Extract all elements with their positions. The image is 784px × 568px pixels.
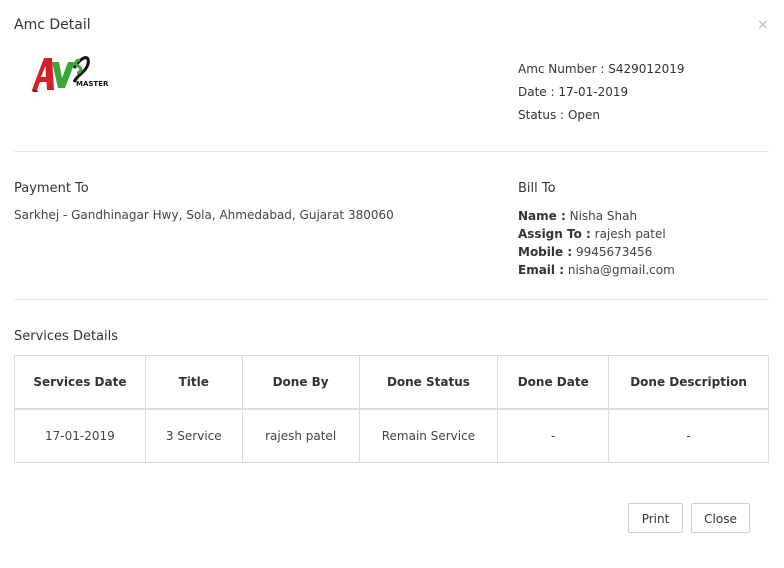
assign-value: rajesh patel (594, 227, 666, 241)
logo-text: MASTER (76, 80, 109, 88)
status-value: Open (567, 108, 600, 122)
amc-meta: Amc Number : S429012019 Date : 17-01-201… (518, 60, 685, 129)
divider (14, 299, 769, 300)
assign-label: Assign To : (518, 227, 591, 241)
date-row: Date : 17-01-2019 (518, 83, 685, 106)
column-header-services-date: Services Date (14, 355, 146, 410)
bill-mobile-row: Mobile : 9945673456 (518, 244, 675, 262)
cell-services-date: 17-01-2019 (14, 408, 146, 463)
logo-graphic: MASTER (32, 56, 109, 92)
amc-master-logo: MASTER (30, 52, 116, 94)
cell-title: 3 Service (144, 408, 243, 463)
bill-assign-row: Assign To : rajesh patel (518, 226, 675, 244)
date-value: 17-01-2019 (558, 85, 629, 99)
close-button[interactable]: Close (691, 503, 750, 533)
email-label: Email : (518, 263, 565, 277)
amc-number-label: Amc Number : (518, 62, 605, 76)
bill-to-heading: Bill To (518, 181, 556, 196)
cell-done-date: - (497, 408, 610, 463)
bill-email-row: Email : nisha@gmail.com (518, 262, 675, 280)
bill-to-details: Name : Nisha Shah Assign To : rajesh pat… (518, 208, 675, 280)
close-icon[interactable]: × (757, 16, 769, 34)
status-row: Status : Open (518, 106, 685, 129)
payment-address: Sarkhej - Gandhinagar Hwy, Sola, Ahmedab… (14, 208, 394, 222)
payment-to-heading: Payment To (14, 181, 89, 196)
amc-number-value: S429012019 (608, 62, 685, 76)
table-header-row: Services Date Title Done By Done Status … (14, 355, 769, 410)
table-row: 17-01-2019 3 Service rajesh patel Remain… (14, 408, 769, 463)
column-header-done-description: Done Description (608, 355, 769, 410)
print-button[interactable]: Print (628, 503, 683, 533)
cell-done-by: rajesh patel (241, 408, 360, 463)
mobile-value: 9945673456 (575, 245, 653, 259)
date-label: Date : (518, 85, 555, 99)
amc-detail-modal: Amc Detail × MASTER Amc Number : S429012… (0, 0, 784, 568)
modal-title: Amc Detail (14, 17, 91, 33)
cell-done-description: - (608, 408, 769, 463)
column-header-done-status: Done Status (358, 355, 499, 410)
cell-done-status: Remain Service (358, 408, 499, 463)
column-header-title: Title (144, 355, 243, 410)
name-value: Nisha Shah (569, 209, 638, 223)
status-label: Status : (518, 108, 565, 122)
email-value: nisha@gmail.com (567, 263, 675, 277)
column-header-done-date: Done Date (497, 355, 610, 410)
amc-number-row: Amc Number : S429012019 (518, 60, 685, 83)
bill-name-row: Name : Nisha Shah (518, 208, 675, 226)
services-table: Services Date Title Done By Done Status … (14, 355, 769, 463)
column-header-done-by: Done By (241, 355, 360, 410)
mobile-label: Mobile : (518, 245, 573, 259)
name-label: Name : (518, 209, 566, 223)
services-heading: Services Details (14, 329, 119, 344)
divider (14, 151, 769, 152)
